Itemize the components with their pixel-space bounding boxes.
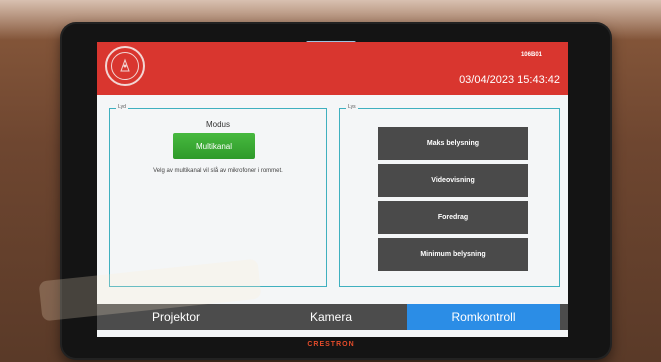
videovisning-button[interactable]: Videovisning [378, 164, 528, 197]
lys-legend: Lys [346, 104, 358, 110]
foredrag-button[interactable]: Foredrag [378, 201, 528, 234]
room-code: 106B01 [520, 52, 542, 58]
university-seal-icon [105, 46, 145, 86]
lys-panel: Lys Maks belysning Videovisning Foredrag… [339, 104, 560, 287]
lyd-panel: Lyd Modus Multikanal Velg av multikanal … [109, 104, 327, 287]
maks-belysning-button[interactable]: Maks belysning [378, 127, 528, 160]
tab-romkontroll[interactable]: Romkontroll [407, 304, 560, 330]
date-time: 03/04/2023 15:43:42 [459, 74, 560, 86]
header-bar: 106B01 03/04/2023 15:43:42 [97, 42, 568, 95]
device-brand-logo: CRESTRON [307, 341, 355, 348]
lyd-legend: Lyd [116, 104, 128, 110]
tab-kamera[interactable]: Kamera [255, 304, 407, 330]
modus-label: Modus [205, 120, 230, 129]
multikanal-info-text: Velg av multikanal vil slå av mikrofoner… [153, 168, 283, 174]
minimum-belysning-button[interactable]: Minimum belysning [378, 238, 528, 271]
multikanal-button[interactable]: Multikanal [173, 133, 255, 159]
